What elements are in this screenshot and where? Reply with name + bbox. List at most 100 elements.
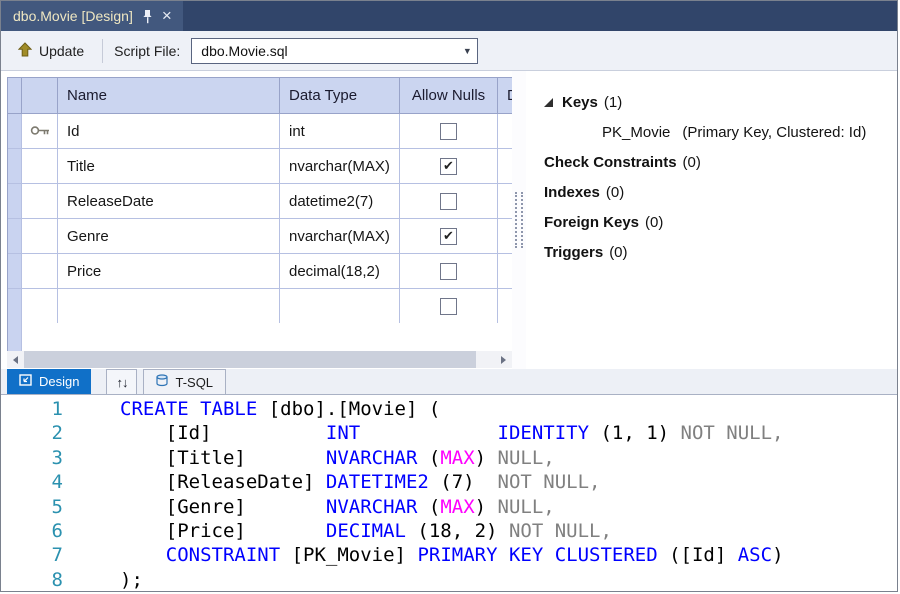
data-type-cell[interactable]: nvarchar(MAX) (280, 219, 400, 254)
line-number: 2 (1, 421, 63, 445)
column-name-cell[interactable]: ReleaseDate (58, 184, 280, 219)
row-icon-cell (22, 114, 58, 149)
script-file-value: dbo.Movie.sql (192, 43, 457, 59)
grid-header-name[interactable]: Name (58, 78, 280, 114)
column-name-cell[interactable]: Id (58, 114, 280, 149)
tab-tsql[interactable]: T-SQL (143, 369, 226, 394)
primary-key-icon (30, 123, 50, 140)
allow-nulls-checkbox[interactable]: ✔ (440, 228, 457, 245)
column-name-cell[interactable]: Genre (58, 219, 280, 254)
chevron-down-icon[interactable]: ▼ (457, 46, 477, 56)
code-line: 4 [ReleaseDate] DATETIME2 (7) NOT NULL, (1, 470, 897, 494)
scrollbar-thumb[interactable] (24, 351, 476, 368)
row-icon-cell (22, 149, 58, 184)
default-cell[interactable] (498, 219, 512, 254)
code-text: [Genre] NVARCHAR (MAX) NULL, (120, 495, 555, 519)
tree-item-label: Indexes (544, 184, 600, 201)
code-text: CONSTRAINT [PK_Movie] PRIMARY KEY CLUSTE… (120, 543, 784, 567)
default-cell[interactable] (498, 289, 512, 323)
tab-design[interactable]: Design (7, 369, 91, 394)
scroll-left-arrow-icon (13, 356, 18, 364)
vertical-splitter[interactable] (512, 71, 526, 369)
code-text: [ReleaseDate] DATETIME2 (7) NOT NULL, (120, 470, 600, 494)
allow-nulls-cell (400, 184, 498, 219)
columns-designer: Name Data Type Allow Nulls Default Idint… (1, 71, 512, 369)
document-tab[interactable]: dbo.Movie [Design] × (1, 1, 183, 31)
line-number: 1 (1, 397, 63, 421)
allow-nulls-cell: ✔ (400, 219, 498, 254)
allow-nulls-checkbox[interactable] (440, 193, 457, 210)
allow-nulls-cell (400, 114, 498, 149)
code-line: 3 [Title] NVARCHAR (MAX) NULL, (1, 446, 897, 470)
row-header-cell[interactable] (8, 289, 22, 323)
default-cell[interactable] (498, 114, 512, 149)
scroll-right-arrow-icon (501, 356, 506, 364)
grid-header-allow-nulls[interactable]: Allow Nulls (400, 78, 498, 114)
tree-item-triggers[interactable]: Triggers (0) (544, 237, 897, 267)
allow-nulls-checkbox[interactable] (440, 263, 457, 280)
code-line: 5 [Genre] NVARCHAR (MAX) NULL, (1, 495, 897, 519)
data-type-cell[interactable]: decimal(18,2) (280, 254, 400, 289)
default-cell[interactable] (498, 254, 512, 289)
key-detail: (Primary Key, Clustered: Id) (682, 124, 866, 141)
swap-panes-button[interactable]: ↑↓ (106, 369, 137, 394)
tree-item-keys[interactable]: Keys(1) (544, 87, 897, 117)
code-line: 6 [Price] DECIMAL (18, 2) NOT NULL, (1, 519, 897, 543)
allow-nulls-checkbox[interactable] (440, 123, 457, 140)
tree-item-count: (0) (683, 154, 701, 171)
expander-triangle-icon[interactable] (544, 98, 553, 107)
column-name-cell[interactable] (58, 289, 280, 323)
tree-item-label: Triggers (544, 244, 603, 261)
allow-nulls-cell (400, 289, 498, 323)
code-text: ); (120, 568, 143, 591)
row-header-cell[interactable] (8, 114, 22, 149)
code-line: 7 CONSTRAINT [PK_Movie] PRIMARY KEY CLUS… (1, 543, 897, 567)
tree-item-label: Keys (562, 94, 598, 111)
table-row: ReleaseDatedatetime2(7) (8, 184, 512, 219)
column-name-cell[interactable]: Price (58, 254, 280, 289)
tree-item-indexes[interactable]: Indexes(0) (544, 177, 897, 207)
update-button[interactable]: Update (11, 38, 91, 64)
scroll-left-button[interactable] (7, 351, 24, 368)
column-name-cell[interactable]: Title (58, 149, 280, 184)
tree-child-item[interactable]: PK_Movie(Primary Key, Clustered: Id) (544, 117, 897, 147)
update-button-label: Update (39, 43, 84, 59)
line-number: 6 (1, 519, 63, 543)
row-header-cell[interactable] (8, 254, 22, 289)
default-cell[interactable] (498, 149, 512, 184)
horizontal-scrollbar[interactable] (7, 351, 512, 368)
scroll-right-button[interactable] (495, 351, 512, 368)
allow-nulls-checkbox[interactable] (440, 298, 457, 315)
row-icon-cell (22, 289, 58, 323)
data-type-cell[interactable]: nvarchar(MAX) (280, 149, 400, 184)
code-line: 1CREATE TABLE [dbo].[Movie] ( (1, 397, 897, 421)
data-type-cell[interactable]: int (280, 114, 400, 149)
script-file-label: Script File: (114, 43, 180, 59)
allow-nulls-checkbox[interactable]: ✔ (440, 158, 457, 175)
update-arrow-icon (18, 42, 32, 60)
tsql-editor[interactable]: 1CREATE TABLE [dbo].[Movie] (2 [Id] INT … (1, 395, 897, 591)
document-tab-title: dbo.Movie [Design] (13, 8, 133, 24)
tree-item-check-constraints[interactable]: Check Constraints(0) (544, 147, 897, 177)
splitter-grip-icon (515, 192, 523, 248)
row-header-cell[interactable] (8, 149, 22, 184)
row-icon-cell (22, 219, 58, 254)
grid-header-default[interactable]: Default (498, 78, 512, 114)
tree-item-foreign-keys[interactable]: Foreign Keys(0) (544, 207, 897, 237)
grid-corner-cell[interactable] (8, 78, 22, 114)
row-header-cell[interactable] (8, 184, 22, 219)
grid-header-row: Name Data Type Allow Nulls Default (8, 78, 512, 114)
default-cell[interactable] (498, 184, 512, 219)
row-header-cell[interactable] (8, 219, 22, 254)
code-line: 2 [Id] INT IDENTITY (1, 1) NOT NULL, (1, 421, 897, 445)
allow-nulls-cell: ✔ (400, 149, 498, 184)
pin-icon[interactable] (142, 9, 153, 24)
data-type-cell[interactable]: datetime2(7) (280, 184, 400, 219)
tree-item-count: (0) (609, 244, 627, 261)
data-type-cell[interactable] (280, 289, 400, 323)
script-file-combobox[interactable]: dbo.Movie.sql ▼ (191, 38, 478, 64)
close-icon[interactable]: × (162, 7, 172, 24)
tsql-script-icon (156, 374, 168, 390)
grid-header-data-type[interactable]: Data Type (280, 78, 400, 114)
design-pane-icon (19, 374, 32, 389)
